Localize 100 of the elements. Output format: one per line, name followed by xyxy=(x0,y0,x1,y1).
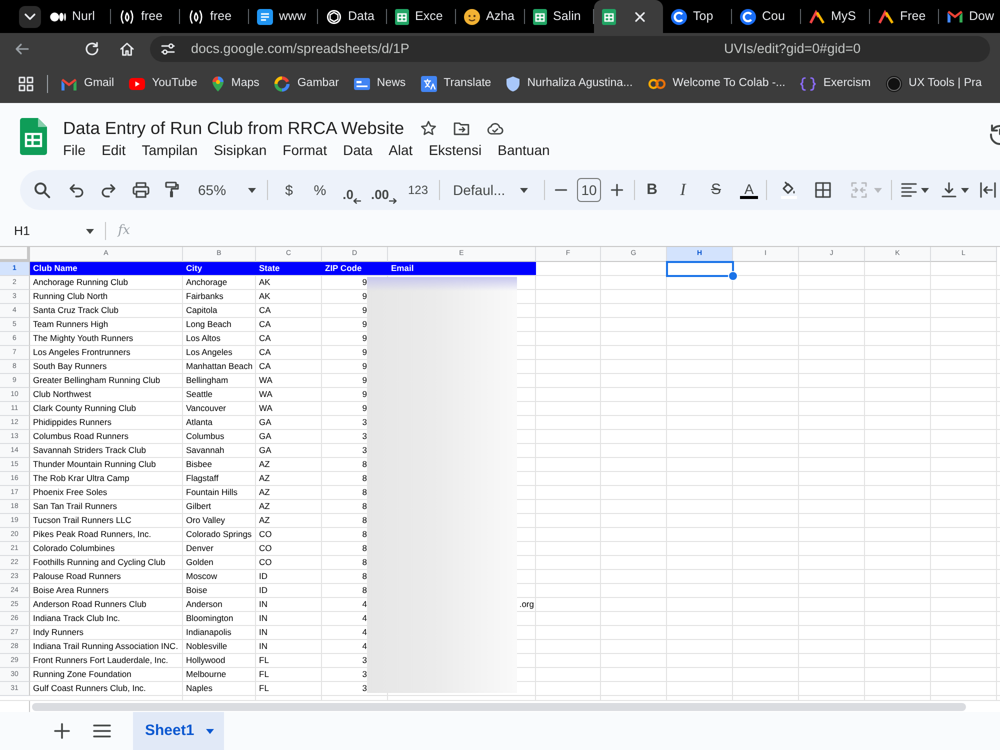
table-cell[interactable]: 3 xyxy=(322,416,388,430)
font-size-field[interactable]: 10 xyxy=(577,178,601,202)
table-cell[interactable]: CA xyxy=(256,332,322,346)
table-cell[interactable]: AZ xyxy=(256,486,322,500)
table-cell[interactable]: Noblesville xyxy=(183,640,256,654)
table-cell[interactable]: 9 xyxy=(322,276,388,290)
table-cell[interactable]: Flagstaff xyxy=(183,472,256,486)
increase-decimal-button[interactable]: .00 xyxy=(369,176,399,204)
table-cell[interactable]: Denver xyxy=(183,542,256,556)
table-cell[interactable]: Moscow xyxy=(183,570,256,584)
table-cell[interactable]: FL xyxy=(256,668,322,682)
table-cell[interactable]: Pikes Peak Road Runners, Inc. xyxy=(30,528,183,542)
bookmark-link[interactable]: Gambar xyxy=(274,75,339,93)
table-cell[interactable]: IN xyxy=(256,598,322,612)
table-cell[interactable]: Bloomington xyxy=(183,612,256,626)
table-cell[interactable]: AZ xyxy=(256,514,322,528)
italic-button[interactable]: I xyxy=(671,176,695,204)
table-cell[interactable]: Savannah xyxy=(183,444,256,458)
table-cell[interactable]: ID xyxy=(256,584,322,598)
table-cell[interactable]: 8 xyxy=(322,556,388,570)
menu-item[interactable]: Data xyxy=(334,140,381,160)
table-cell[interactable]: Phoenix Free Soles xyxy=(30,486,183,500)
table-cell[interactable]: 3 xyxy=(322,654,388,668)
table-cell[interactable]: 4 xyxy=(322,640,388,654)
bookmark-link[interactable]: Gmail xyxy=(61,75,114,93)
table-cell[interactable]: IN xyxy=(256,640,322,654)
bold-button[interactable]: B xyxy=(640,176,664,204)
table-cell[interactable]: 9 xyxy=(322,374,388,388)
table-cell[interactable]: Savannah Striders Track Club xyxy=(30,444,183,458)
table-cell[interactable]: 9 xyxy=(322,388,388,402)
menu-item[interactable]: Edit xyxy=(94,140,134,160)
table-cell[interactable]: Anchorage Running Club xyxy=(30,276,183,290)
table-cell[interactable]: Tucson Trail Runners LLC xyxy=(30,514,183,528)
table-cell[interactable]: The Mighty Youth Runners xyxy=(30,332,183,346)
browser-tab[interactable]: Cou xyxy=(732,0,801,33)
table-cell[interactable]: Running Club North xyxy=(30,290,183,304)
table-cell[interactable]: 9 xyxy=(322,402,388,416)
header-cell[interactable]: Club Name xyxy=(30,262,183,276)
table-cell[interactable]: Bellingham xyxy=(183,374,256,388)
decrease-decimal-button[interactable]: .0 xyxy=(338,176,366,204)
table-cell[interactable]: San Tan Trail Runners xyxy=(30,500,183,514)
text-color-button[interactable]: A xyxy=(737,176,761,204)
currency-button[interactable]: $ xyxy=(276,176,302,204)
bookmark-link[interactable]: YouTube xyxy=(129,75,198,93)
table-cell[interactable]: CA xyxy=(256,318,322,332)
table-cell[interactable]: 9 xyxy=(322,290,388,304)
menu-item[interactable]: Format xyxy=(274,140,335,160)
table-cell[interactable]: Golden xyxy=(183,556,256,570)
align-bottom-icon[interactable] xyxy=(940,181,958,199)
table-cell[interactable]: Naples xyxy=(183,682,256,696)
table-cell[interactable]: 3 xyxy=(322,444,388,458)
address-bar[interactable]: docs.google.com/spreadsheets/d/1P UVIs/edit?gid=0#gid=0 xyxy=(150,36,990,62)
table-cell[interactable]: GA xyxy=(256,430,322,444)
text-wrap-icon[interactable] xyxy=(979,181,997,199)
table-cell[interactable]: FL xyxy=(256,654,322,668)
table-cell[interactable]: Fairbanks xyxy=(183,290,256,304)
table-cell[interactable]: 3 xyxy=(322,668,388,682)
table-cell[interactable]: Oro Valley xyxy=(183,514,256,528)
back-icon[interactable] xyxy=(14,41,30,57)
plus-icon[interactable] xyxy=(609,181,625,199)
name-box[interactable]: H1 xyxy=(6,219,100,243)
folder-icon[interactable] xyxy=(453,120,470,136)
reload-icon[interactable] xyxy=(84,41,100,57)
scrollbar-thumb[interactable] xyxy=(32,702,966,710)
table-cell[interactable]: Los Angeles xyxy=(183,346,256,360)
number-format-button[interactable]: 123 xyxy=(403,176,433,204)
table-cell[interactable]: Seattle xyxy=(183,388,256,402)
table-cell[interactable]: Phidippides Runners xyxy=(30,416,183,430)
table-cell[interactable]: AK xyxy=(256,290,322,304)
table-cell[interactable]: AZ xyxy=(256,472,322,486)
font-dropdown[interactable]: Defaul... xyxy=(448,176,534,204)
table-cell[interactable]: Fountain Hills xyxy=(183,486,256,500)
table-cell[interactable]: Columbus xyxy=(183,430,256,444)
table-cell[interactable]: 4 xyxy=(322,626,388,640)
menu-icon[interactable] xyxy=(93,724,111,738)
header-cell[interactable]: State xyxy=(256,262,322,276)
browser-tab[interactable]: free xyxy=(111,0,180,33)
chevron-down-icon[interactable] xyxy=(24,12,36,20)
menu-item[interactable]: Ekstensi xyxy=(420,140,490,160)
table-cell[interactable]: Gulf Coast Runners Club, Inc. xyxy=(30,682,183,696)
table-cell[interactable]: FL xyxy=(256,682,322,696)
table-cell[interactable]: 8 xyxy=(322,528,388,542)
table-cell[interactable]: Los Angeles Frontrunners xyxy=(30,346,183,360)
table-cell[interactable]: ID xyxy=(256,570,322,584)
table-cell[interactable]: South Bay Runners xyxy=(30,360,183,374)
table-cell[interactable]: 9 xyxy=(322,318,388,332)
table-cell[interactable]: Running Zone Foundation xyxy=(30,668,183,682)
table-cell[interactable]: Anderson Road Runners Club xyxy=(30,598,183,612)
site-info-icon[interactable] xyxy=(160,41,176,57)
table-cell[interactable]: 9 xyxy=(322,332,388,346)
table-cell[interactable]: 9 xyxy=(322,360,388,374)
table-cell[interactable]: 8 xyxy=(322,514,388,528)
table-cell[interactable]: 4 xyxy=(322,612,388,626)
table-cell[interactable]: 4 xyxy=(322,598,388,612)
table-cell[interactable]: GA xyxy=(256,416,322,430)
table-cell[interactable]: 3 xyxy=(322,682,388,696)
browser-tab[interactable]: www xyxy=(249,0,318,33)
bookmark-link[interactable]: Translate xyxy=(420,75,492,93)
table-cell[interactable]: The Rob Krar Ultra Camp xyxy=(30,472,183,486)
print-icon[interactable] xyxy=(132,181,150,199)
